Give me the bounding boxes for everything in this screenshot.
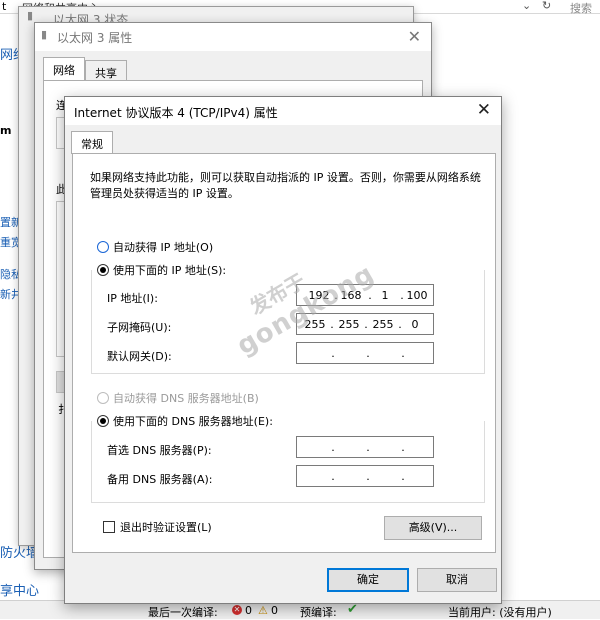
ip-octet: 168: [340, 289, 362, 302]
alternate-dns-label: 备用 DNS 服务器(A):: [107, 473, 213, 486]
search-input[interactable]: 搜索: [570, 0, 592, 16]
mask-octet: 255: [372, 318, 394, 331]
cancel-button[interactable]: 取消: [417, 568, 497, 592]
mask-octet: 255: [338, 318, 360, 331]
dot-separator: .: [331, 470, 335, 483]
subnet-mask-field[interactable]: 255 . 255 . 255 . 0: [296, 313, 434, 335]
dot-separator: .: [401, 441, 405, 454]
ipv4-properties-dialog: Internet 协议版本 4 (TCP/IPv4) 属性 ✕ 常规 如果网络支…: [64, 96, 502, 604]
advanced-button[interactable]: 高级(V)...: [384, 516, 482, 540]
warning-count: 0: [271, 604, 278, 617]
ip-octet: 1: [381, 289, 389, 302]
sidebar-item: m: [0, 124, 12, 137]
chevron-down-icon[interactable]: ⌄: [522, 0, 531, 12]
ok-button[interactable]: 确定: [327, 568, 409, 592]
warning-icon: ⚠: [258, 604, 268, 617]
general-panel: 如果网络支持此功能，则可以获取自动指派的 IP 设置。否则，你需要从网络系统管理…: [72, 153, 496, 553]
auto-ip-label: 自动获得 IP 地址(O): [113, 241, 214, 254]
dns-group: [91, 421, 485, 503]
gateway-label: 默认网关(D):: [107, 350, 172, 363]
radio-icon: [97, 241, 109, 253]
dot-separator: .: [366, 470, 370, 483]
mask-octet: 0: [411, 318, 419, 331]
check-icon: ✔: [347, 602, 358, 617]
properties-window-title: 以太网 3 属性: [57, 31, 133, 45]
dialog-title: Internet 协议版本 4 (TCP/IPv4) 属性: [74, 106, 278, 120]
ip-octet: 192: [308, 289, 330, 302]
gateway-field[interactable]: . . .: [296, 342, 434, 364]
tab-sharing[interactable]: 共享: [85, 60, 127, 82]
path-start: t: [2, 0, 7, 13]
dialog-titlebar: Internet 协议版本 4 (TCP/IPv4) 属性 ✕: [65, 97, 501, 125]
auto-ip-radio[interactable]: 自动获得 IP 地址(O): [97, 239, 213, 255]
dot-separator: .: [366, 347, 370, 360]
error-icon: ✕: [232, 605, 242, 615]
error-count: 0: [245, 604, 252, 617]
dot-separator: .: [401, 470, 405, 483]
preferred-dns-field[interactable]: . . .: [296, 436, 434, 458]
properties-titlebar: ▮ 以太网 3 属性 ✕: [35, 23, 431, 51]
refresh-icon[interactable]: ↻: [542, 0, 551, 12]
close-icon[interactable]: ✕: [477, 100, 491, 120]
ip-address-label: IP 地址(I):: [107, 292, 158, 305]
alternate-dns-field[interactable]: . . .: [296, 465, 434, 487]
network-adapter-icon: ▮: [41, 28, 48, 41]
tab-general[interactable]: 常规: [71, 131, 113, 154]
network-adapter-icon: ▮: [27, 9, 34, 22]
subnet-mask-label: 子网掩码(U):: [107, 321, 172, 334]
close-icon[interactable]: ✕: [408, 27, 421, 46]
description-text: 如果网络支持此功能，则可以获取自动指派的 IP 设置。否则，你需要从网络系统管理…: [90, 171, 481, 200]
validate-checkbox[interactable]: 退出时验证设置(L): [103, 519, 212, 535]
auto-dns-label: 自动获得 DNS 服务器地址(B): [113, 392, 259, 405]
preferred-dns-label: 首选 DNS 服务器(P):: [107, 444, 212, 457]
dot-separator: .: [331, 441, 335, 454]
radio-icon: [97, 392, 109, 404]
tab-network[interactable]: 网络: [43, 57, 85, 81]
ip-address-field[interactable]: 192 . 168 . 1 . 100: [296, 284, 434, 306]
sidebar-item-sharing-center[interactable]: 享中心: [0, 580, 39, 599]
current-user: 当前用户: (没有用户): [448, 606, 552, 619]
dot-separator: .: [331, 347, 335, 360]
ip-octet: 100: [406, 289, 428, 302]
checkbox-icon: [103, 521, 115, 533]
precompile-label: 预编译:: [300, 606, 337, 619]
validate-label: 退出时验证设置(L): [120, 521, 212, 534]
mask-octet: 255: [304, 318, 326, 331]
last-compile-label: 最后一次编译:: [148, 606, 218, 619]
dot-separator: .: [366, 441, 370, 454]
auto-dns-radio[interactable]: 自动获得 DNS 服务器地址(B): [97, 390, 259, 406]
dot-separator: .: [401, 347, 405, 360]
